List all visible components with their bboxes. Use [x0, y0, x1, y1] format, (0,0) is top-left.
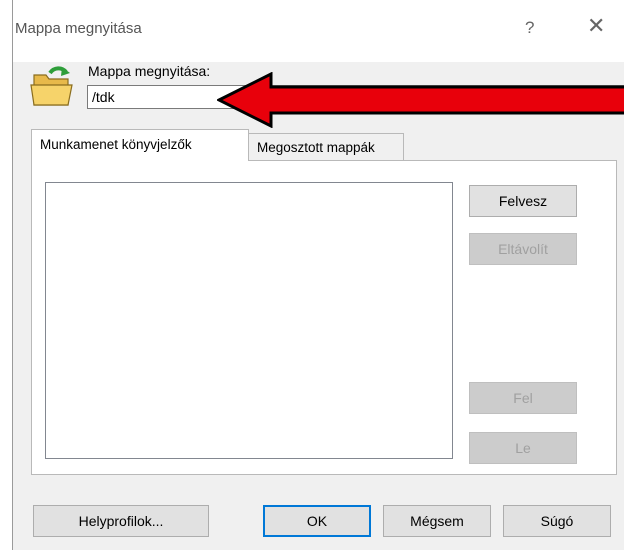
open-directory-dialog: Mappa megnyitása ? ✕ Mappa megnyitása: /… — [12, 0, 624, 550]
ok-button[interactable]: OK — [263, 505, 371, 537]
bookmarks-list[interactable] — [45, 182, 453, 459]
window-title: Mappa megnyitása — [15, 20, 142, 37]
folder-open-icon — [30, 66, 73, 106]
title-bar: Mappa megnyitása ? ✕ — [13, 0, 624, 62]
add-button[interactable]: Felvesz — [469, 185, 577, 217]
cancel-button[interactable]: Mégsem — [383, 505, 491, 537]
move-up-button[interactable]: Fel — [469, 382, 577, 414]
close-icon[interactable]: ✕ — [587, 15, 605, 37]
tab-session-bookmarks[interactable]: Munkamenet könyvjelzők — [31, 129, 249, 161]
tab-shared-folders[interactable]: Megosztott mappák — [248, 133, 404, 161]
directory-label: Mappa megnyitása: — [88, 63, 211, 79]
red-arrow-pointer — [217, 72, 624, 128]
help-button[interactable]: Súgó — [503, 505, 611, 537]
location-profiles-button[interactable]: Helyprofilok... — [33, 505, 209, 537]
move-down-button[interactable]: Le — [469, 432, 577, 464]
help-icon[interactable]: ? — [525, 18, 534, 38]
remove-button[interactable]: Eltávolít — [469, 233, 577, 265]
